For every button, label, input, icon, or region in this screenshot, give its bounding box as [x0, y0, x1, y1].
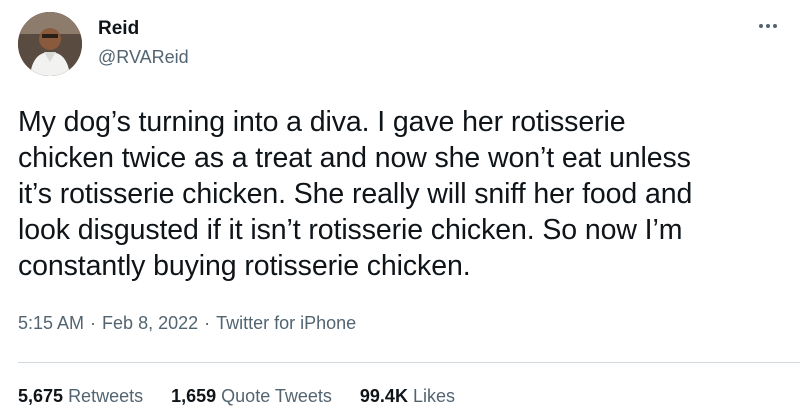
meta-separator: · [204, 313, 211, 333]
tweet-time[interactable]: 5:15 AM [18, 313, 84, 334]
more-dot [766, 24, 770, 28]
quote-tweets-stat[interactable]: 1,659 Quote Tweets [171, 386, 332, 407]
likes-label: Likes [412, 386, 455, 406]
author-name[interactable]: Reid [98, 18, 139, 40]
tweet-card: Reid @RVAReid My dog’s turning into a di… [0, 0, 800, 418]
tweet-source[interactable]: Twitter for iPhone [216, 313, 356, 334]
divider [18, 362, 800, 363]
retweets-count: 5,675 [18, 386, 64, 406]
meta-separator: · [90, 313, 97, 333]
tweet-date[interactable]: Feb 8, 2022 [102, 313, 198, 334]
tweet-text: My dog’s turning into a diva. I gave her… [18, 106, 693, 282]
retweets-stat[interactable]: 5,675 Retweets [18, 386, 143, 407]
author-handle[interactable]: @RVAReid [98, 47, 189, 68]
tweet-stats: 5,675 Retweets 1,659 Quote Tweets 99.4K … [18, 386, 455, 407]
likes-stat[interactable]: 99.4K Likes [360, 386, 455, 407]
more-options-icon[interactable] [754, 14, 782, 38]
more-dot [759, 24, 763, 28]
tweet-meta: 5:15 AM · Feb 8, 2022 · Twitter for iPho… [18, 313, 356, 334]
avatar[interactable] [18, 12, 82, 76]
more-dot [773, 24, 777, 28]
avatar-photo [18, 12, 82, 76]
quote-tweets-label: Quote Tweets [221, 386, 332, 406]
retweets-label: Retweets [68, 386, 144, 406]
likes-count: 99.4K [359, 386, 408, 406]
quote-tweets-count: 1,659 [171, 386, 217, 406]
